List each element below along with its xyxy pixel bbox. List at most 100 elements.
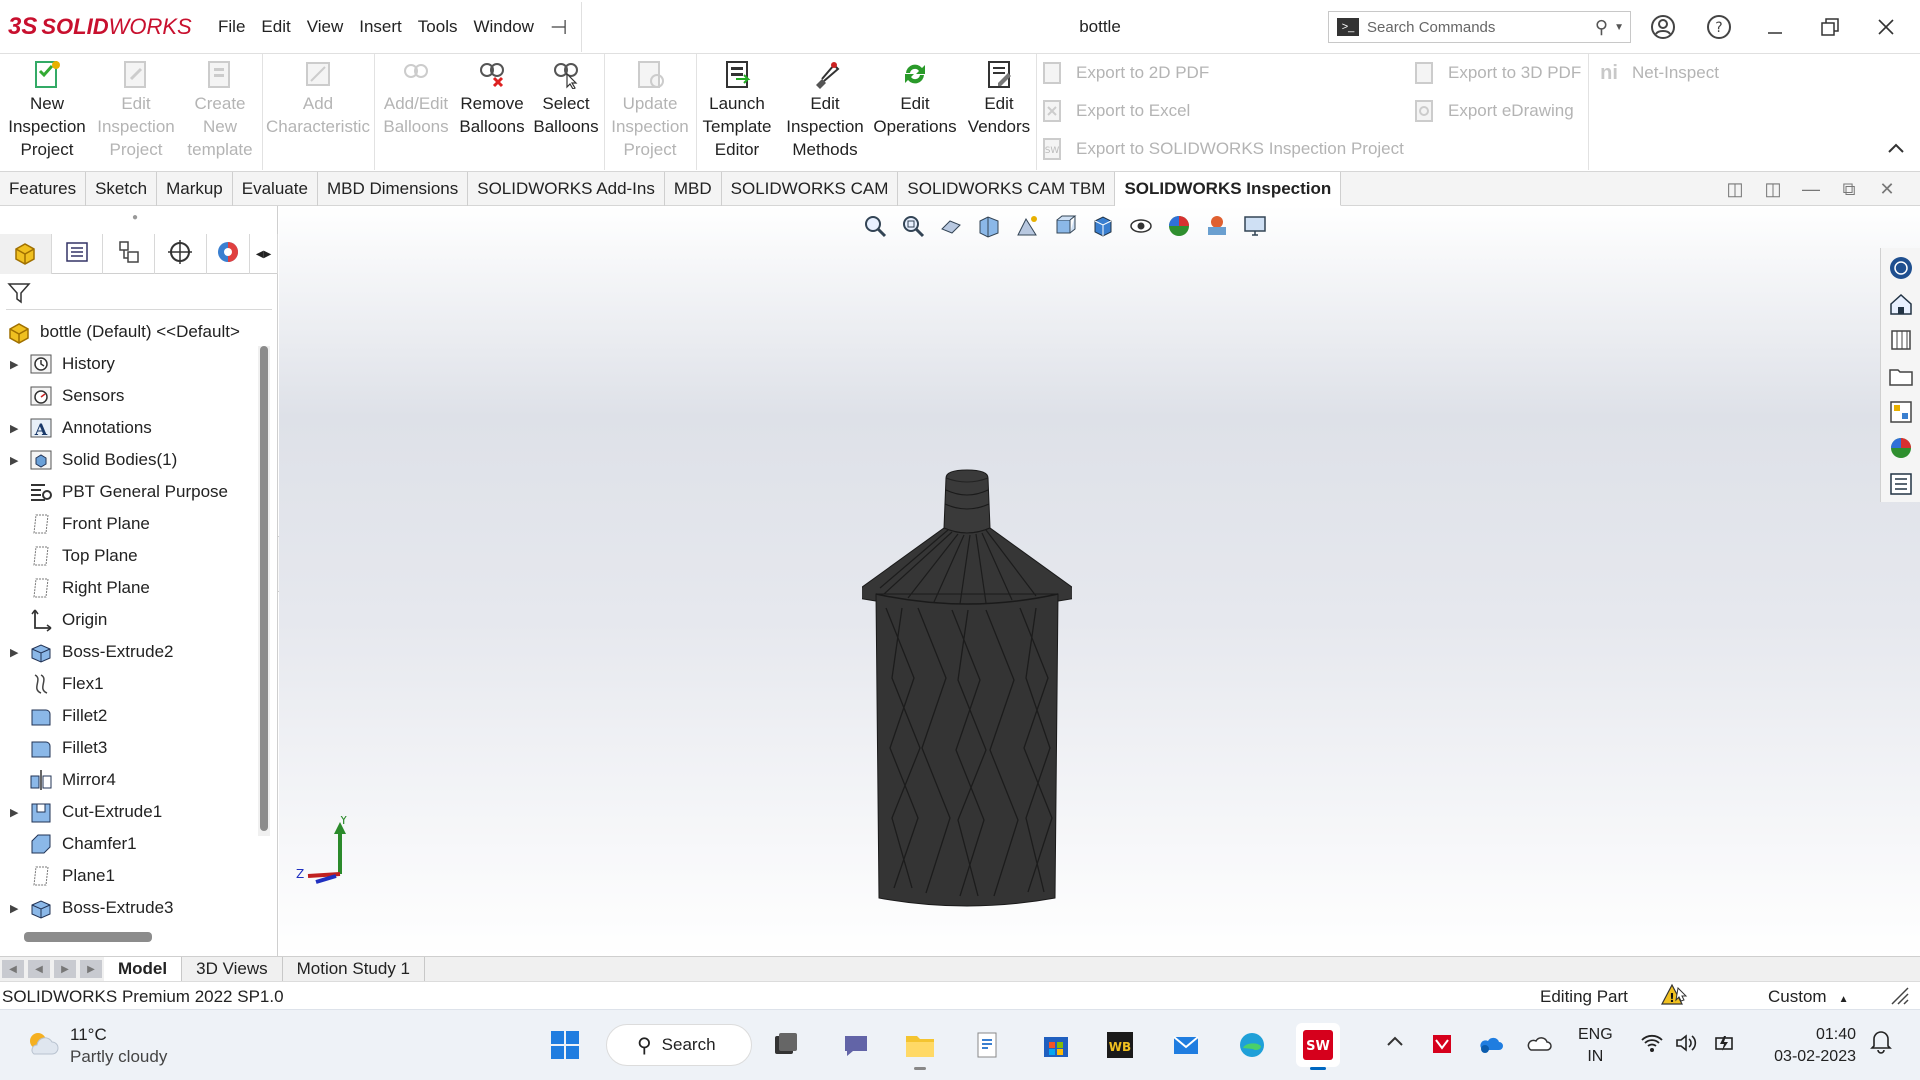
tab-solidworks-add-ins[interactable]: SOLIDWORKS Add-Ins <box>468 172 665 206</box>
tree-item-history[interactable]: ▶ History <box>0 348 258 380</box>
last-tab-icon[interactable]: ▶ <box>80 960 102 978</box>
tree-item-boss-extrude2[interactable]: ▶ Boss-Extrude2 <box>0 636 258 668</box>
add-characteristic-button[interactable]: Add Characteristic <box>266 58 370 138</box>
document-app-icon[interactable] <box>966 1023 1010 1067</box>
panel-grip-icon[interactable]: ● <box>132 212 138 223</box>
show-hidden-icons-chevron-icon[interactable] <box>1384 1032 1406 1057</box>
menu-window[interactable]: Window <box>465 17 541 37</box>
bottle-3d-model[interactable] <box>862 468 1072 908</box>
next-tab-icon[interactable]: ▶ <box>54 960 76 978</box>
battery-charging-icon[interactable] <box>1712 1032 1738 1059</box>
remove-balloons-button[interactable]: Remove Balloons <box>456 58 528 138</box>
section-view-icon[interactable] <box>970 211 1008 241</box>
onedrive-sync-icon[interactable] <box>1478 1032 1504 1059</box>
tab-solidworks-inspection[interactable]: SOLIDWORKS Inspection <box>1115 172 1342 206</box>
onedrive-personal-icon[interactable] <box>1526 1032 1552 1059</box>
tree-vertical-scrollbar[interactable] <box>258 346 270 836</box>
panel-tab-scroll[interactable]: ◀▶ <box>250 234 278 274</box>
solidworks-logo[interactable]: 3S SOLID WORKS <box>8 12 192 42</box>
help-icon[interactable]: ? <box>1704 12 1734 42</box>
home-icon[interactable] <box>1885 288 1917 320</box>
search-icon[interactable]: ⚲ <box>1595 17 1608 38</box>
tab-features[interactable]: Features <box>0 172 87 206</box>
custom-properties-icon[interactable] <box>1885 468 1917 500</box>
language-indicator[interactable]: ENG IN <box>1578 1024 1613 1068</box>
expand-icon[interactable]: ▶ <box>10 902 28 915</box>
unit-system-selector[interactable]: Custom ▲ <box>1768 987 1848 1007</box>
feature-manager-tab[interactable] <box>0 234 52 274</box>
new-inspection-project-button[interactable]: New Inspection Project <box>4 58 90 161</box>
export-3d-pdf-button[interactable]: Export to 3D PDF <box>1412 58 1581 88</box>
file-explorer-icon[interactable] <box>1885 360 1917 392</box>
tree-horizontal-scrollbar[interactable] <box>24 932 152 942</box>
mail-icon[interactable] <box>1164 1023 1208 1067</box>
expand-icon[interactable]: ▶ <box>10 806 28 819</box>
workbench-app-icon[interactable]: WB <box>1098 1023 1142 1067</box>
design-library-icon[interactable] <box>1885 324 1917 356</box>
create-new-template-button[interactable]: Create New template <box>180 58 260 161</box>
tree-item-sensors[interactable]: Sensors <box>0 380 258 412</box>
task-view-icon[interactable] <box>764 1023 808 1067</box>
dimxpert-manager-tab[interactable] <box>155 234 207 274</box>
tree-item-flex1[interactable]: Flex1 <box>0 668 258 700</box>
tab-motion-study-1[interactable]: Motion Study 1 <box>283 956 426 982</box>
notifications-icon[interactable] <box>1868 1028 1894 1059</box>
expand-icon[interactable]: ▶ <box>10 454 28 467</box>
scrollbar-thumb[interactable] <box>260 346 268 831</box>
zoom-to-area-icon[interactable] <box>894 211 932 241</box>
tree-root-part[interactable]: bottle (Default) <<Default> <box>0 316 258 348</box>
tab-mbd[interactable]: MBD <box>665 172 722 206</box>
tree-item-fillet3[interactable]: Fillet3 <box>0 732 258 764</box>
doc-restore-icon[interactable]: ⧉ <box>1830 179 1868 200</box>
menu-tools[interactable]: Tools <box>410 17 466 37</box>
edit-inspection-methods-button[interactable]: Edit Inspection Methods <box>780 58 870 161</box>
doc-close-icon[interactable]: ✕ <box>1868 179 1906 200</box>
export-inspection-project-button[interactable]: SW Export to SOLIDWORKS Inspection Proje… <box>1040 134 1404 164</box>
doc-minimize-icon[interactable]: — <box>1792 179 1830 200</box>
menu-insert[interactable]: Insert <box>351 17 410 37</box>
add-edit-balloons-button[interactable]: Add/Edit Balloons <box>378 58 454 138</box>
configuration-manager-tab[interactable] <box>103 234 155 274</box>
export-edrawing-button[interactable]: Export eDrawing <box>1412 96 1574 126</box>
pin-menu-icon[interactable]: ⊣ <box>542 15 575 40</box>
edge-browser-icon[interactable] <box>1230 1023 1274 1067</box>
tree-item-material[interactable]: PBT General Purpose <box>0 476 258 508</box>
display-manager-tab[interactable] <box>207 234 251 274</box>
export-2d-pdf-button[interactable]: Export to 2D PDF <box>1040 58 1209 88</box>
menu-view[interactable]: View <box>299 17 352 37</box>
volume-icon[interactable] <box>1674 1032 1698 1059</box>
restore-icon[interactable] <box>1815 12 1845 42</box>
edit-operations-button[interactable]: Edit Operations <box>872 58 958 138</box>
hide-show-items-icon[interactable] <box>1122 211 1160 241</box>
update-inspection-project-button[interactable]: Update Inspection Project <box>608 58 692 161</box>
wifi-icon[interactable] <box>1640 1032 1664 1059</box>
tab-markup[interactable]: Markup <box>157 172 233 206</box>
solidworks-tray-icon[interactable] <box>1430 1032 1454 1061</box>
tab-sketch[interactable]: Sketch <box>86 172 158 206</box>
tab-solidworks-cam[interactable]: SOLIDWORKS CAM <box>722 172 899 206</box>
tile-left-icon[interactable]: ◫ <box>1716 179 1754 200</box>
teams-chat-icon[interactable] <box>834 1023 878 1067</box>
view-settings-icon[interactable] <box>1236 211 1274 241</box>
view-orientation-icon[interactable] <box>1046 211 1084 241</box>
search-commands-input[interactable]: >_ Search Commands ⚲ ▼ <box>1328 11 1631 43</box>
tab-model[interactable]: Model <box>104 956 183 982</box>
tree-item-top-plane[interactable]: Top Plane <box>0 540 258 572</box>
tree-item-plane1[interactable]: Plane1 <box>0 860 258 892</box>
edit-inspection-project-button[interactable]: Edit Inspection Project <box>96 58 176 161</box>
apply-scene-icon[interactable] <box>1198 211 1236 241</box>
tree-item-chamfer1[interactable]: Chamfer1 <box>0 828 258 860</box>
weather-widget[interactable]: 11°C Partly cloudy <box>24 1024 167 1068</box>
search-dropdown-icon[interactable]: ▼ <box>1614 22 1624 33</box>
user-account-icon[interactable] <box>1648 12 1678 42</box>
expand-icon[interactable]: ▶ <box>10 358 28 371</box>
edit-appearance-icon[interactable] <box>1160 211 1198 241</box>
tree-item-boss-extrude3[interactable]: ▶ Boss-Extrude3 <box>0 892 258 924</box>
filter-icon[interactable] <box>6 280 32 310</box>
system-clock[interactable]: 01:40 03-02-2023 <box>1760 1024 1856 1068</box>
launch-template-editor-button[interactable]: Launch Template Editor <box>700 58 774 161</box>
previous-view-icon[interactable] <box>932 211 970 241</box>
zoom-to-fit-icon[interactable] <box>856 211 894 241</box>
tree-item-annotations[interactable]: ▶ A Annotations <box>0 412 258 444</box>
tab-evaluate[interactable]: Evaluate <box>233 172 318 206</box>
